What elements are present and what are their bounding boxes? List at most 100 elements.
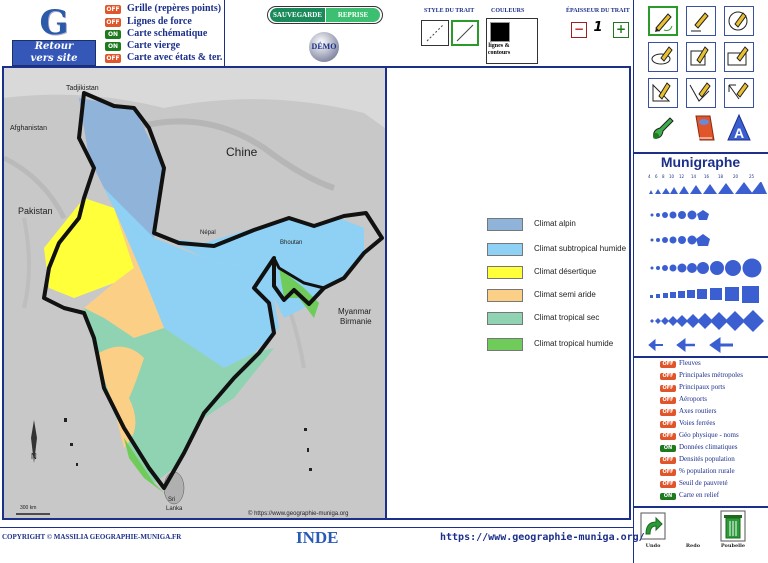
- copyright-text: COPYRIGHT © MASSILIA GEOGRAPHIE-MUNIGA.F…: [2, 533, 182, 541]
- layer-toggle-axes-routiers[interactable]: OFF Axes routiers: [660, 407, 717, 417]
- layer-label: Aéroports: [679, 395, 707, 403]
- munigraphe-panel: Munigraphe 4 6 8 10 12 14 16 18 20 25: [633, 152, 768, 358]
- diamond-symbols[interactable]: [650, 310, 764, 332]
- polygon-pencil-tool[interactable]: [686, 78, 716, 108]
- color-caption: lignes & contours: [487, 43, 511, 57]
- toggle-switch[interactable]: OFF: [660, 397, 676, 404]
- layer-label: % population rurale: [679, 467, 735, 475]
- color-caption-line1: lignes &: [488, 43, 510, 49]
- pentagon-symbols-2[interactable]: [650, 234, 711, 246]
- toggle-switch[interactable]: ON: [105, 42, 121, 51]
- save-button[interactable]: SAUVEGARDE: [270, 8, 325, 22]
- square-pencil-tool[interactable]: [686, 42, 716, 72]
- layer-label: Grille (repères points): [127, 3, 222, 14]
- solid-line-style-button[interactable]: [451, 20, 479, 46]
- layer-toggle-donnees-climatiques[interactable]: ON Données climatiques: [660, 443, 738, 453]
- toggle-switch[interactable]: OFF: [105, 54, 121, 63]
- text-tool[interactable]: A: [724, 112, 754, 144]
- layer-label: Voies ferrées: [679, 419, 716, 427]
- trash-button[interactable]: [720, 510, 746, 542]
- trash-label: Poubelle: [720, 543, 746, 549]
- layer-toggle-grille[interactable]: OFF Grille (repères points): [105, 3, 221, 16]
- selected-color-swatch[interactable]: [490, 22, 510, 42]
- arrow-pencil-tool[interactable]: [724, 78, 754, 108]
- layer-toggle-ports[interactable]: OFF Principaux ports: [660, 383, 725, 393]
- color-picker-panel: lignes & contours: [486, 18, 538, 64]
- legend-swatch-subtropical: [487, 243, 523, 256]
- svg-text:A: A: [734, 125, 744, 141]
- toggle-switch[interactable]: OFF: [660, 469, 676, 476]
- layer-label: Principaux ports: [679, 383, 726, 391]
- thickness-decrease-button[interactable]: −: [571, 22, 587, 38]
- thickness-increase-button[interactable]: +: [613, 22, 629, 38]
- toggle-switch[interactable]: OFF: [660, 409, 676, 416]
- toggle-switch[interactable]: ON: [660, 445, 676, 452]
- layer-toggle-fleuves[interactable]: OFF Fleuves: [660, 359, 701, 369]
- layer-toggle-aeroports[interactable]: OFF Aéroports: [660, 395, 707, 405]
- site-logo[interactable]: G Retour vers site: [12, 4, 96, 66]
- freehand-pencil-tool[interactable]: [648, 6, 678, 36]
- ellipse-pencil-tool[interactable]: [648, 42, 678, 72]
- toggle-switch[interactable]: ON: [660, 493, 676, 500]
- fill-brush-tool[interactable]: [648, 114, 678, 144]
- india-climate-map: Tadjikistan Afghanistan Chine Pakistan N…: [4, 68, 385, 518]
- layer-label: Carte en relief: [679, 491, 720, 499]
- dashed-line-icon: [426, 24, 444, 42]
- line-pencil-tool[interactable]: [686, 6, 716, 36]
- layer-toggle-metropoles[interactable]: OFF Principales métropoles: [660, 371, 743, 381]
- layer-toggle-population-rurale[interactable]: OFF% population rurale: [660, 467, 735, 477]
- redo-button[interactable]: Redo: [680, 543, 706, 549]
- legend-label-alpin: Climat alpin: [534, 219, 576, 228]
- demo-button[interactable]: DÉMO: [309, 32, 339, 62]
- legend-swatch-semi-aride: [487, 289, 523, 302]
- toggle-switch[interactable]: OFF: [105, 5, 121, 14]
- layer-label: Géo physique - noms: [679, 431, 739, 439]
- toggle-switch[interactable]: OFF: [660, 481, 676, 488]
- label-tadjikistan: Tadjikistan: [66, 85, 99, 92]
- label-sri: Sri: [168, 497, 175, 503]
- square-symbols[interactable]: [650, 286, 759, 303]
- toggle-switch[interactable]: OFF: [660, 433, 676, 440]
- legend-label-desertique: Climat désertique: [534, 267, 597, 276]
- label-nepal: Népal: [200, 230, 216, 236]
- page-title: INDE: [296, 528, 339, 547]
- circle-pencil-tool[interactable]: [724, 6, 754, 36]
- legend-swatch-desertique: [487, 266, 523, 279]
- arrow-symbols[interactable]: [648, 337, 733, 353]
- toggle-switch[interactable]: OFF: [660, 457, 676, 464]
- layer-label: Carte avec états & ter.: [127, 52, 223, 63]
- legend-swatch-tropical-humide: [487, 338, 523, 351]
- layer-toggle-carte-etats[interactable]: OFF Carte avec états & ter.: [105, 52, 222, 65]
- layer-label: Lignes de force: [127, 16, 192, 27]
- toggle-switch[interactable]: ON: [105, 30, 121, 39]
- label-lanka: Lanka: [166, 506, 183, 512]
- layer-toggle-voies-ferrees[interactable]: OFF Voies ferrées: [660, 419, 715, 429]
- layer-toggle-pauvrete[interactable]: OFF Seuil de pauvreté: [660, 479, 728, 489]
- toggle-switch[interactable]: OFF: [660, 385, 676, 392]
- toggle-switch[interactable]: OFF: [660, 373, 676, 380]
- pentagon-symbols[interactable]: [650, 210, 710, 220]
- eraser-tool[interactable]: [688, 112, 718, 144]
- legend-swatch-alpin: [487, 218, 523, 231]
- layer-toggle-geo-physique[interactable]: OFF Géo physique - noms: [660, 431, 739, 441]
- layer-toggle-relief[interactable]: ON Carte en relief: [660, 491, 719, 501]
- layer-toggle-densites[interactable]: OFF Densités population: [660, 455, 735, 465]
- circle-symbols[interactable]: [650, 258, 762, 278]
- toggle-switch[interactable]: OFF: [105, 18, 121, 27]
- back-label-line1: Retour: [34, 41, 74, 52]
- paint-brush-icon: [653, 117, 674, 139]
- site-url-link[interactable]: https://www.geographie-muniga.org/: [440, 532, 645, 543]
- toggle-switch[interactable]: OFF: [660, 421, 676, 428]
- back-to-site-button[interactable]: Retour vers site: [12, 40, 96, 66]
- triangle-symbols[interactable]: [649, 182, 767, 194]
- pencil-icon: [655, 13, 673, 32]
- dashed-line-style-button[interactable]: [421, 20, 449, 46]
- rectangle-pencil-tool[interactable]: [724, 42, 754, 72]
- munigraphe-symbols[interactable]: [633, 182, 768, 354]
- pencil-rectangle-icon: [727, 46, 749, 66]
- logo-letter: G: [39, 3, 69, 43]
- toggle-switch[interactable]: OFF: [660, 361, 676, 368]
- map-canvas[interactable]: Tadjikistan Afghanistan Chine Pakistan N…: [2, 66, 387, 520]
- reprise-button[interactable]: REPRISE: [326, 8, 380, 22]
- triangle-pencil-tool[interactable]: [648, 78, 678, 108]
